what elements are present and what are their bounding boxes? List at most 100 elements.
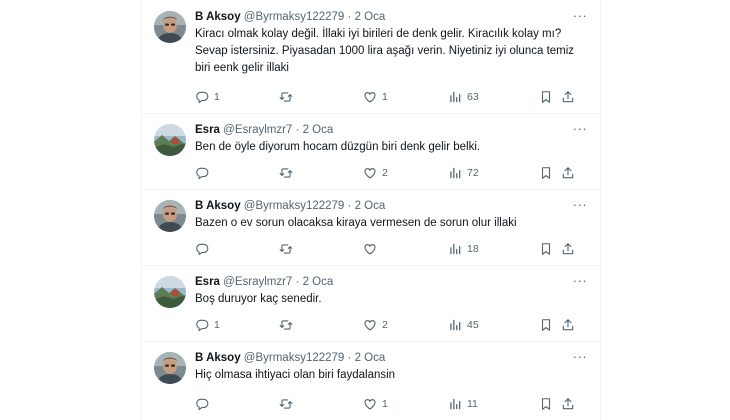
author-handle[interactable]: @Esraylmzr7 <box>223 124 292 136</box>
tweet-text-line: Hiç olmasa ihtiyaci olan biri faydalansi… <box>195 369 396 381</box>
retweet-button[interactable] <box>279 396 298 412</box>
bookmark-icon <box>541 167 551 179</box>
reply-icon <box>196 167 209 180</box>
reply-button[interactable] <box>195 241 214 257</box>
tweet[interactable]: B Aksoy @Byrmaksy122279 · 2 Oca ··· Hiç … <box>142 341 600 420</box>
separator-dot: · <box>347 11 352 23</box>
views-button[interactable]: 72 <box>448 165 479 181</box>
views-count: 18 <box>467 243 479 255</box>
retweet-icon <box>279 399 293 409</box>
tweet-actions: 1 11 <box>195 396 590 412</box>
share-button[interactable] <box>561 165 575 181</box>
avatar[interactable] <box>154 200 186 232</box>
reply-button[interactable]: 1 <box>195 89 220 105</box>
author-handle[interactable]: @Esraylmzr7 <box>223 276 292 288</box>
retweet-button[interactable] <box>279 165 298 181</box>
like-button[interactable]: 2 <box>363 317 388 333</box>
tweet-text-line: Boş duruyor kaç senedir. <box>195 293 322 305</box>
reply-count: 1 <box>214 91 220 103</box>
tweet-text: Boş duruyor kaç senedir. <box>195 291 590 308</box>
like-button[interactable]: 1 <box>363 89 388 105</box>
like-button[interactable] <box>363 241 382 257</box>
tweet-date[interactable]: 2 Oca <box>355 352 386 364</box>
avatar[interactable] <box>154 352 186 384</box>
bookmark-button[interactable] <box>539 241 553 257</box>
tweet-text-line: Sevap istersiniz. Piyasadan 1000 lira aş… <box>195 45 575 58</box>
tweet-text: Kiracı olmak kolay değil. İllaki iyi bir… <box>195 26 590 78</box>
more-options-icon[interactable]: ··· <box>572 9 588 25</box>
avatar[interactable] <box>154 11 186 43</box>
views-icon <box>450 91 461 103</box>
tweet-text: Bazen o ev sorun olacaksa kiraya vermese… <box>195 215 590 232</box>
like-icon <box>364 92 376 103</box>
tweet-date[interactable]: 2 Oca <box>303 276 334 288</box>
views-button[interactable]: 11 <box>448 396 478 412</box>
retweet-icon <box>279 168 293 178</box>
tweet-text-line: Kiracı olmak kolay değil. İllaki iyi bir… <box>195 28 562 40</box>
retweet-icon <box>279 244 293 254</box>
separator-dot: · <box>347 200 352 212</box>
retweet-button[interactable] <box>279 241 298 257</box>
share-icon <box>562 398 574 410</box>
tweet-text: Ben de öyle diyorum hocam düzgün biri de… <box>195 139 590 156</box>
views-button[interactable]: 45 <box>448 317 479 333</box>
retweet-button[interactable] <box>279 89 298 105</box>
tweet-header: B Aksoy @Byrmaksy122279 · 2 Oca <box>195 199 385 214</box>
tweet-date[interactable]: 2 Oca <box>303 124 334 136</box>
reply-button[interactable] <box>195 165 214 181</box>
author-name[interactable]: B Aksoy <box>195 11 241 23</box>
bookmark-button[interactable] <box>539 317 553 333</box>
more-options-icon[interactable]: ··· <box>572 122 588 138</box>
like-count: 2 <box>382 319 388 331</box>
bookmark-button[interactable] <box>539 165 553 181</box>
retweet-button[interactable] <box>279 317 298 333</box>
share-icon <box>562 91 574 103</box>
bookmark-button[interactable] <box>539 89 553 105</box>
views-icon <box>450 167 461 179</box>
author-handle[interactable]: @Byrmaksy122279 <box>244 352 345 364</box>
tweet-text-line: Ben de öyle diyorum hocam düzgün biri de… <box>195 141 481 153</box>
views-icon <box>450 398 461 410</box>
share-button[interactable] <box>561 396 575 412</box>
like-count: 1 <box>382 91 388 103</box>
author-name[interactable]: Esra <box>195 276 220 288</box>
views-button[interactable]: 18 <box>448 241 479 257</box>
views-count: 45 <box>467 319 479 331</box>
like-button[interactable]: 2 <box>363 165 388 181</box>
share-button[interactable] <box>561 317 575 333</box>
author-name[interactable]: B Aksoy <box>195 352 241 364</box>
tweet[interactable]: Esra @Esraylmzr7 · 2 Oca ··· Ben de öyle… <box>142 113 600 190</box>
avatar-image <box>154 200 186 232</box>
share-button[interactable] <box>561 89 575 105</box>
tweet-header: Esra @Esraylmzr7 · 2 Oca <box>195 275 333 290</box>
avatar-image <box>154 124 186 156</box>
tweet[interactable]: Esra @Esraylmzr7 · 2 Oca ··· Boş duruyor… <box>142 265 600 342</box>
tweet-date[interactable]: 2 Oca <box>355 11 386 23</box>
avatar[interactable] <box>154 276 186 308</box>
tweet[interactable]: B Aksoy @Byrmaksy122279 · 2 Oca ··· Kira… <box>142 0 600 114</box>
like-icon <box>364 320 376 331</box>
reply-icon <box>196 91 209 104</box>
views-button[interactable]: 63 <box>448 89 479 105</box>
tweet[interactable]: B Aksoy @Byrmaksy122279 · 2 Oca ··· Baze… <box>142 189 600 266</box>
tweet-date[interactable]: 2 Oca <box>355 200 386 212</box>
reply-button[interactable]: 1 <box>195 317 220 333</box>
share-button[interactable] <box>561 241 575 257</box>
author-handle[interactable]: @Byrmaksy122279 <box>244 200 345 212</box>
tweet-header: B Aksoy @Byrmaksy122279 · 2 Oca <box>195 10 385 25</box>
like-button[interactable]: 1 <box>363 396 388 412</box>
bookmark-button[interactable] <box>539 396 553 412</box>
reply-button[interactable] <box>195 396 214 412</box>
author-handle[interactable]: @Byrmaksy122279 <box>244 11 345 23</box>
author-name[interactable]: B Aksoy <box>195 200 241 212</box>
more-options-icon[interactable]: ··· <box>572 198 588 214</box>
more-options-icon[interactable]: ··· <box>572 274 588 290</box>
like-icon <box>364 399 376 410</box>
reply-count: 1 <box>214 319 220 331</box>
tweet-actions: 1 1 63 <box>195 89 590 105</box>
views-count: 72 <box>467 167 479 179</box>
more-options-icon[interactable]: ··· <box>572 350 588 366</box>
author-name[interactable]: Esra <box>195 124 220 136</box>
like-count: 1 <box>382 398 388 410</box>
avatar[interactable] <box>154 124 186 156</box>
